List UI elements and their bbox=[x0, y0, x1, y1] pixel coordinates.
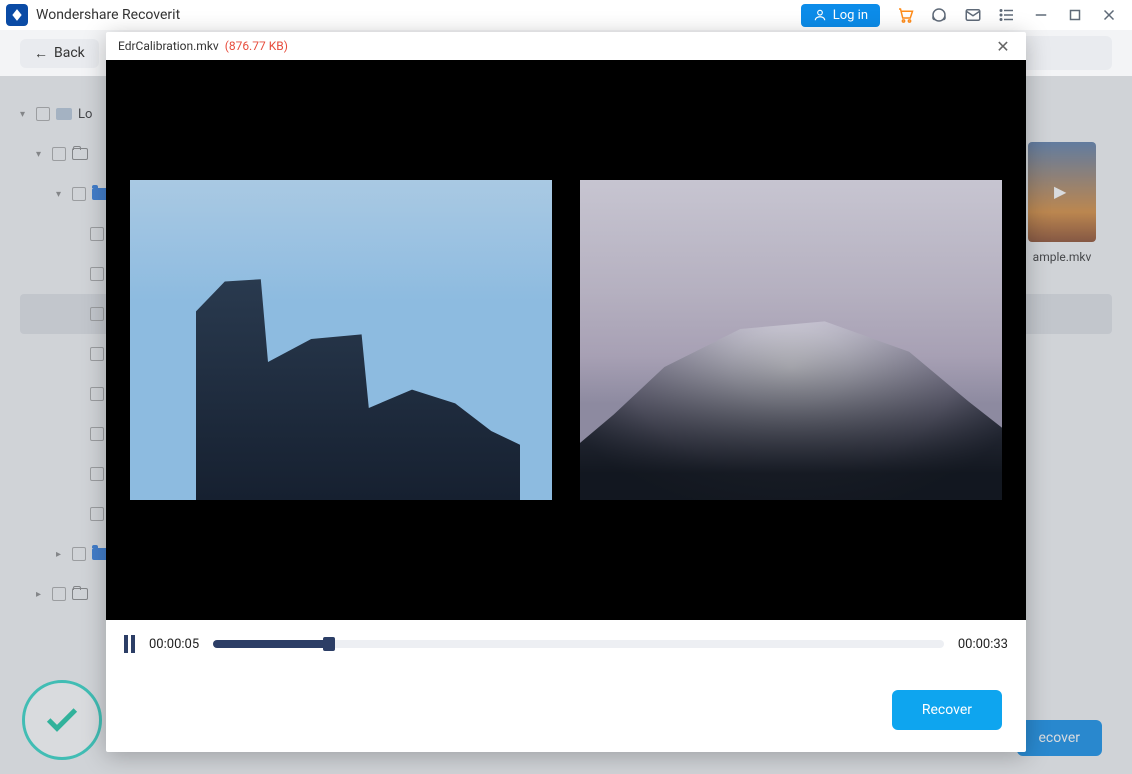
close-icon[interactable] bbox=[1092, 0, 1126, 30]
mail-icon[interactable] bbox=[956, 0, 990, 30]
modal-footer: Recover bbox=[106, 668, 1026, 752]
time-current: 00:00:05 bbox=[149, 637, 199, 652]
video-stage[interactable] bbox=[106, 60, 1026, 620]
login-button[interactable]: Log in bbox=[801, 4, 880, 27]
minimize-icon[interactable] bbox=[1024, 0, 1058, 30]
modal-filename: EdrCalibration.mkv bbox=[118, 39, 219, 53]
app-title: Wondershare Recoverit bbox=[36, 7, 180, 23]
video-frame-left bbox=[130, 180, 552, 500]
back-arrow-icon: ← bbox=[34, 45, 48, 62]
back-label: Back bbox=[54, 45, 85, 61]
title-bar: Wondershare Recoverit Log in bbox=[0, 0, 1132, 30]
login-label: Log in bbox=[833, 8, 868, 23]
modal-filesize: (876.77 KB) bbox=[225, 39, 288, 53]
seek-fill bbox=[213, 640, 330, 648]
time-total: 00:00:33 bbox=[958, 637, 1008, 652]
list-icon[interactable] bbox=[990, 0, 1024, 30]
app-logo bbox=[6, 4, 28, 26]
recover-button[interactable]: Recover bbox=[892, 690, 1002, 730]
back-button[interactable]: ← Back bbox=[20, 39, 99, 68]
pause-button[interactable] bbox=[124, 635, 135, 653]
cart-icon[interactable] bbox=[888, 0, 922, 30]
seek-knob[interactable] bbox=[323, 637, 335, 651]
maximize-icon[interactable] bbox=[1058, 0, 1092, 30]
support-icon[interactable] bbox=[922, 0, 956, 30]
seek-track[interactable] bbox=[213, 640, 944, 648]
modal-close-icon[interactable]: ✕ bbox=[992, 35, 1014, 57]
playback-controls: 00:00:05 00:00:33 bbox=[106, 620, 1026, 668]
video-frame-right bbox=[580, 180, 1002, 500]
preview-modal: EdrCalibration.mkv (876.77 KB) ✕ 00:00:0… bbox=[106, 32, 1026, 752]
modal-header: EdrCalibration.mkv (876.77 KB) ✕ bbox=[106, 32, 1026, 60]
